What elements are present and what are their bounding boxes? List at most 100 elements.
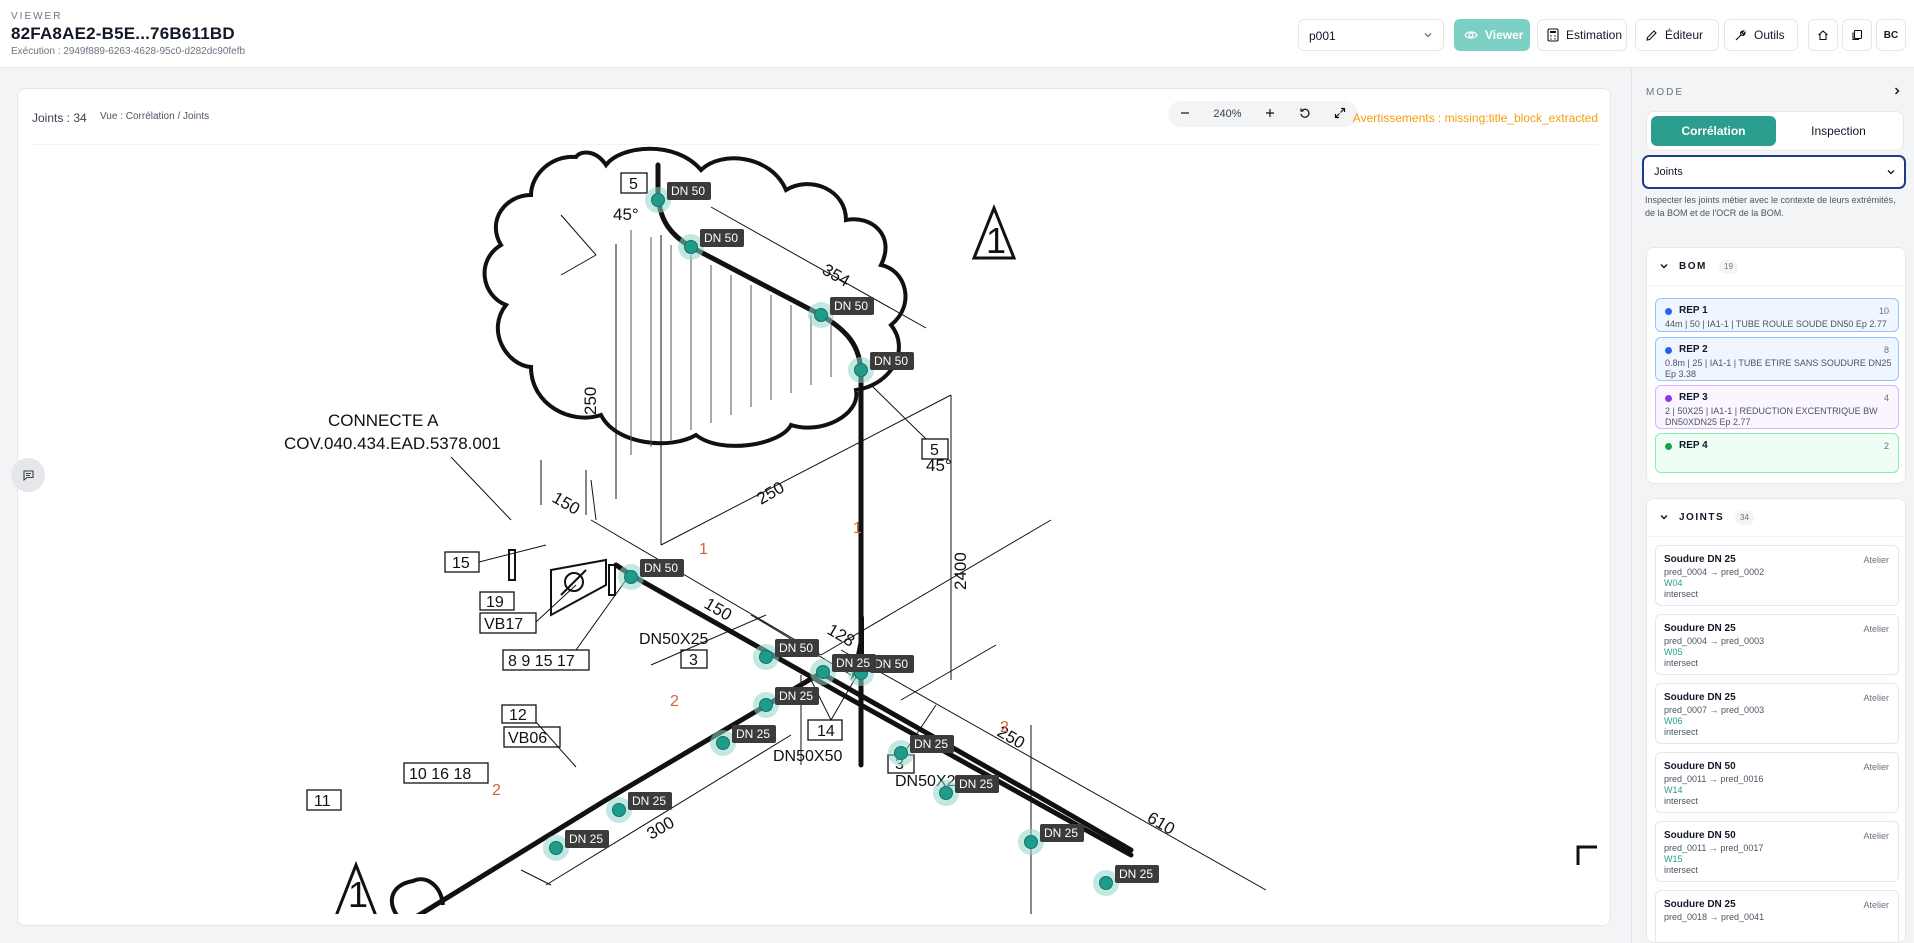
valve-symbol	[508, 549, 616, 617]
bom-header[interactable]: BOM 19	[1647, 248, 1905, 286]
view-select[interactable]: Joints	[1642, 155, 1906, 189]
zoom-in-button[interactable]	[1265, 108, 1275, 121]
comments-toggle[interactable]	[11, 458, 45, 492]
svg-text:8 9 15 17: 8 9 15 17	[508, 653, 575, 670]
dn-tag: DN 25	[955, 775, 999, 793]
svg-text:DN50X50: DN50X50	[773, 748, 842, 765]
drawing-panel: Joints : 34 Vue : Corrélation / Joints 2…	[17, 88, 1611, 926]
reset-view-button[interactable]	[1299, 107, 1311, 122]
joint-pred: pred_0004 → pred_0003	[1664, 636, 1765, 646]
svg-text:DN50X25: DN50X25	[639, 631, 708, 648]
svg-text:12: 12	[509, 707, 527, 724]
bom-item[interactable]: REP 3 4 2 | 50X25 | IA1-1 | REDUCTION EXCE…	[1655, 385, 1899, 429]
svg-text:10 16 18: 10 16 18	[409, 766, 471, 783]
drawing-canvas[interactable]: 1 1 354 250 250 150 128 2400 250 300 610…	[31, 144, 1597, 914]
status-dot	[1665, 443, 1672, 450]
svg-text:14: 14	[817, 723, 835, 740]
viewer-kicker: VIEWER	[11, 11, 63, 22]
dn-tag-label: DN 25	[736, 727, 770, 741]
bom-qty: 8	[1883, 345, 1889, 355]
joint-marker[interactable]	[612, 803, 626, 817]
home-button[interactable]	[1808, 19, 1838, 51]
svg-text:1: 1	[699, 541, 708, 558]
chevron-down-icon	[1660, 515, 1668, 520]
bom-item[interactable]: REP 2 8 0.8m | 25 | IA1-1 | TUBE ETIRE SAN…	[1655, 337, 1899, 381]
joint-marker[interactable]	[759, 650, 773, 664]
bom-item[interactable]: REP 1 10 44m | 50 | IA1-1 | TUBE ROULE SOU…	[1655, 298, 1899, 332]
joint-list-item[interactable]: Soudure DN 50 Atelier pred_0011 → pred_001…	[1655, 752, 1899, 813]
dn-tag-label: DN 25	[779, 689, 813, 703]
joint-marker[interactable]	[684, 240, 698, 254]
document-title: 82FA8AE2-B5E...76B611BD	[11, 24, 235, 43]
outils-button[interactable]: Outils	[1724, 19, 1798, 51]
bom-rep: REP 4	[1679, 440, 1708, 451]
joint-list-item[interactable]: Soudure DN 25 Atelier pred_0004 → pred_000…	[1655, 614, 1899, 675]
fullscreen-button[interactable]	[1334, 107, 1346, 122]
zoom-out-button[interactable]	[1180, 108, 1190, 121]
joint-marker[interactable]	[1099, 876, 1113, 890]
svg-text:2: 2	[492, 782, 501, 799]
user-avatar[interactable]: BC	[1876, 19, 1906, 51]
editeur-button[interactable]: Éditeur	[1635, 19, 1719, 51]
joint-marker[interactable]	[854, 363, 868, 377]
joint-marker[interactable]	[624, 570, 638, 584]
bom-qty: 10	[1878, 306, 1889, 316]
joint-method: intersect	[1664, 865, 1699, 875]
joint-list-item[interactable]: Soudure DN 25 Atelier pred_0007 → pred_000…	[1655, 683, 1899, 744]
joint-marker[interactable]	[894, 746, 908, 760]
chevron-right-icon[interactable]	[1892, 86, 1902, 96]
zoom-toolbar: 240%	[1168, 101, 1358, 127]
isometric-drawing[interactable]: 1 1 354 250 250 150 128 2400 250 300 610…	[31, 145, 1597, 914]
mode-inspection-button[interactable]: Inspection	[1776, 116, 1901, 146]
joint-marker[interactable]	[651, 193, 665, 207]
mode-kicker: MODE	[1646, 87, 1684, 98]
joint-title: Soudure DN 25	[1664, 554, 1736, 565]
copy-icon	[1852, 29, 1863, 41]
joint-pred: pred_0011 → pred_0017	[1664, 843, 1764, 853]
joint-method: intersect	[1664, 727, 1699, 737]
status-dot	[1665, 347, 1672, 354]
dn-tag: DN 50	[775, 639, 819, 657]
joint-method: intersect	[1664, 796, 1699, 806]
page-select[interactable]: p001	[1298, 19, 1444, 51]
rotate-ccw-icon	[1300, 108, 1310, 118]
bom-item[interactable]: REP 4 2	[1655, 433, 1899, 473]
calculator-icon	[1547, 28, 1559, 42]
joint-markers[interactable]	[543, 187, 1119, 896]
joints-card: JOINTS 34 Soudure DN 25 Atelier pred_0004 …	[1646, 498, 1906, 943]
svg-text:3: 3	[689, 652, 698, 669]
joint-weld-id: W15	[1664, 854, 1683, 864]
joint-list-item[interactable]: Soudure DN 50 Atelier pred_0011 → pred_001…	[1655, 821, 1899, 882]
joint-marker[interactable]	[759, 698, 773, 712]
bom-desc: 2 | 50X25 | IA1-1 | REDUCTION EXCENTRIQU…	[1665, 406, 1878, 427]
copy-button[interactable]	[1842, 19, 1872, 51]
dn-tag-label: DN 25	[836, 656, 870, 670]
svg-text:150: 150	[549, 488, 583, 519]
svg-text:5: 5	[629, 176, 638, 193]
joint-marker[interactable]	[939, 786, 953, 800]
viewer-button[interactable]: Viewer	[1454, 19, 1530, 51]
joints-header[interactable]: JOINTS 34	[1647, 499, 1905, 537]
joint-weld-id: W05	[1664, 647, 1683, 657]
estimation-button[interactable]: Estimation	[1537, 19, 1627, 51]
chevron-down-icon	[1424, 33, 1432, 38]
bom-count-badge: 19	[1719, 260, 1738, 274]
joint-marker[interactable]	[816, 665, 830, 679]
joint-marker[interactable]	[1024, 835, 1038, 849]
dn-tag-label: DN 25	[569, 832, 603, 846]
joints-count: Joints : 34	[32, 111, 87, 125]
mode-correlation-button[interactable]: Corrélation	[1651, 116, 1776, 146]
message-square-icon	[22, 469, 34, 481]
joint-method: intersect	[1664, 589, 1699, 599]
joint-shop: Atelier	[1863, 555, 1889, 565]
joint-list-item[interactable]: Soudure DN 25 Atelier pred_0018 → pred_004…	[1655, 890, 1899, 942]
dn-tag: DN 25	[910, 735, 954, 753]
svg-text:250: 250	[581, 387, 600, 415]
bom-qty: 4	[1883, 393, 1889, 403]
pipe-run	[415, 162, 1134, 914]
joint-marker[interactable]	[814, 308, 828, 322]
joint-marker[interactable]	[549, 841, 563, 855]
joint-list-item[interactable]: Soudure DN 25 Atelier pred_0004 → pred_000…	[1655, 545, 1899, 606]
joint-marker[interactable]	[716, 736, 730, 750]
dn-tag-label: DN 50	[874, 354, 908, 368]
